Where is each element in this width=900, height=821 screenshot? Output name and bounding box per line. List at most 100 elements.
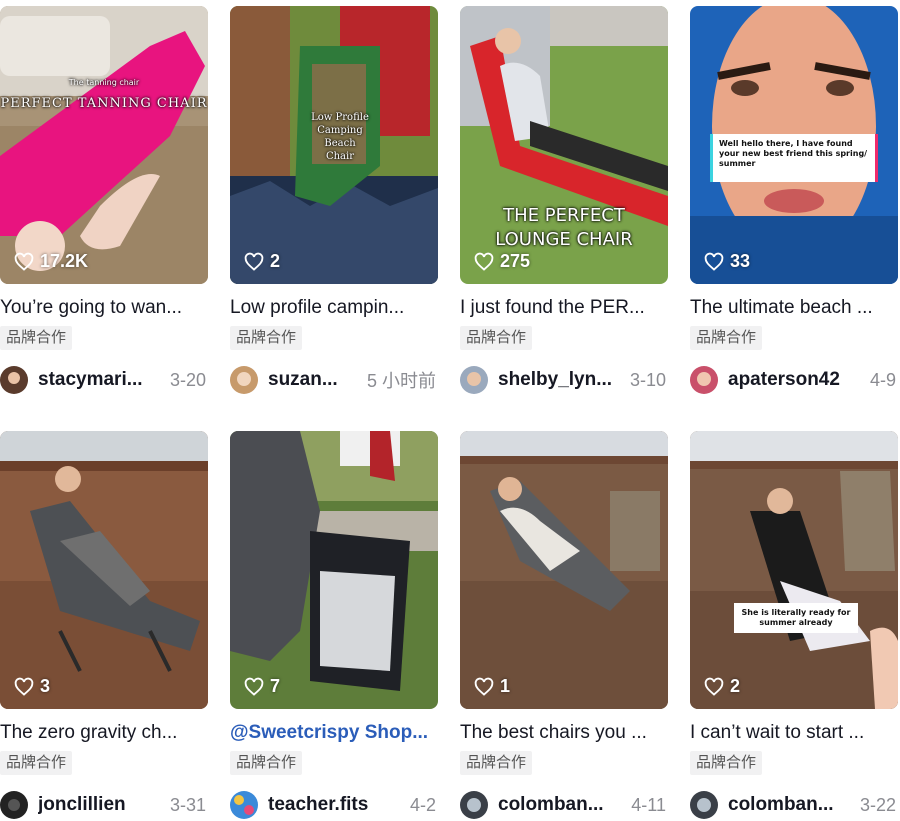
overlay-line: LOUNGE CHAIR: [495, 229, 633, 250]
brand-partnership-tag: 品牌合作: [690, 326, 763, 350]
like-count: 2: [244, 251, 280, 272]
video-thumbnail[interactable]: 3: [0, 431, 208, 709]
author-name[interactable]: apaterson42: [728, 369, 840, 391]
overlay-line: Chair: [325, 151, 355, 162]
avatar[interactable]: [230, 791, 258, 819]
video-title[interactable]: I just found the PER...: [460, 296, 668, 320]
video-meta: suzan... 5 小时前: [230, 364, 438, 396]
video-meta: stacymari... 3-20: [0, 364, 208, 396]
heart-outline-icon: [474, 677, 494, 696]
video-meta: apaterson42 4-9: [690, 364, 898, 396]
brand-partnership-tag: 品牌合作: [0, 751, 73, 775]
thumbnail-image: [460, 431, 668, 709]
overlay-caption: Well hello there, I have found your new …: [710, 134, 878, 182]
video-meta: teacher.fits 4-2: [230, 789, 438, 821]
video-grid: The tanning chair PERFECT TANNING CHAIR …: [0, 0, 900, 819]
video-title[interactable]: I can’t wait to start ...: [690, 721, 898, 745]
video-meta: colomban... 4-11: [460, 789, 668, 821]
video-thumbnail[interactable]: THE PERFECT LOUNGE CHAIR 275: [460, 6, 668, 284]
brand-partnership-tag: 品牌合作: [460, 326, 533, 350]
author-name[interactable]: stacymari...: [38, 369, 143, 391]
like-count-value: 1: [500, 676, 511, 696]
author-name[interactable]: shelby_lyn...: [498, 369, 612, 391]
post-date: 4-2: [409, 794, 436, 815]
post-date: 3-22: [859, 794, 896, 815]
like-count-value: 17.2K: [40, 251, 89, 271]
video-card[interactable]: 3 The zero gravity ch... 品牌合作 jonclillie…: [0, 408, 208, 819]
author-name[interactable]: suzan...: [268, 369, 338, 391]
like-count-value: 2: [730, 676, 741, 696]
heart-outline-icon: [244, 252, 264, 271]
video-title[interactable]: Low profile campin...: [230, 296, 438, 320]
video-title[interactable]: The ultimate beach ...: [690, 296, 898, 320]
like-count-value: 33: [730, 251, 751, 271]
video-title[interactable]: The zero gravity ch...: [0, 721, 208, 745]
like-count: 7: [244, 676, 280, 697]
author-name[interactable]: teacher.fits: [268, 794, 368, 816]
like-count-value: 275: [500, 251, 531, 271]
video-title[interactable]: @Sweetcrispy Shop...: [230, 721, 438, 745]
heart-outline-icon: [14, 252, 34, 271]
author-name[interactable]: colomban...: [498, 794, 604, 816]
overlay-line: Camping: [317, 125, 363, 136]
video-card[interactable]: THE PERFECT LOUNGE CHAIR 275 I just foun…: [460, 0, 668, 408]
thumbnail-image: [690, 431, 898, 709]
brand-partnership-tag: 品牌合作: [0, 326, 73, 350]
overlay-line: THE PERFECT: [503, 205, 625, 226]
avatar[interactable]: [460, 366, 488, 394]
like-count: 275: [474, 251, 530, 272]
video-meta: colomban... 3-22: [690, 789, 898, 821]
like-count-value: 2: [270, 251, 281, 271]
overlay-line: Low Profile: [311, 112, 369, 123]
video-card[interactable]: Well hello there, I have found your new …: [690, 0, 898, 408]
avatar[interactable]: [690, 366, 718, 394]
video-card[interactable]: She is literally ready for summer alread…: [690, 408, 898, 819]
avatar[interactable]: [0, 366, 28, 394]
thumbnail-image: [0, 431, 208, 709]
video-thumbnail[interactable]: Low Profile Camping Beach Chair 2: [230, 6, 438, 284]
video-title[interactable]: The best chairs you ...: [460, 721, 668, 745]
brand-partnership-tag: 品牌合作: [690, 751, 763, 775]
overlay-caption: She is literally ready for summer alread…: [734, 603, 858, 633]
author-name[interactable]: colomban...: [728, 794, 834, 816]
video-card[interactable]: Low Profile Camping Beach Chair 2 Low pr…: [230, 0, 438, 408]
brand-partnership-tag: 品牌合作: [230, 751, 303, 775]
avatar[interactable]: [690, 791, 718, 819]
post-date: 5 小时前: [366, 371, 436, 391]
video-meta: jonclillien 3-31: [0, 789, 208, 821]
like-count: 3: [14, 676, 50, 697]
brand-partnership-tag: 品牌合作: [230, 326, 303, 350]
video-title[interactable]: You’re going to wan...: [0, 296, 208, 320]
video-thumbnail[interactable]: Well hello there, I have found your new …: [690, 6, 898, 284]
like-count: 33: [704, 251, 750, 272]
like-count-value: 3: [40, 676, 51, 696]
like-count-value: 7: [270, 676, 281, 696]
like-count: 2: [704, 676, 740, 697]
video-thumbnail[interactable]: 1: [460, 431, 668, 709]
heart-outline-icon: [704, 677, 724, 696]
avatar[interactable]: [0, 791, 28, 819]
video-card[interactable]: The tanning chair PERFECT TANNING CHAIR …: [0, 0, 208, 408]
video-card[interactable]: 1 The best chairs you ... 品牌合作 colomban.…: [460, 408, 668, 819]
video-meta: shelby_lyn... 3-10: [460, 364, 668, 396]
avatar[interactable]: [460, 791, 488, 819]
author-name[interactable]: jonclillien: [38, 794, 126, 816]
thumbnail-image: [230, 431, 438, 709]
post-date: 3-31: [169, 794, 206, 815]
video-thumbnail[interactable]: She is literally ready for summer alread…: [690, 431, 898, 709]
avatar[interactable]: [230, 366, 258, 394]
like-count: 17.2K: [14, 251, 88, 272]
overlay-text: THE PERFECT LOUNGE CHAIR: [460, 204, 668, 252]
video-thumbnail[interactable]: 7: [230, 431, 438, 709]
overlay-line: Beach: [324, 138, 356, 149]
post-date: 4-11: [631, 794, 666, 815]
overlay-text: PERFECT TANNING CHAIR: [0, 96, 208, 111]
post-date: 3-20: [169, 369, 206, 390]
video-card[interactable]: 7 @Sweetcrispy Shop... 品牌合作 teacher.fits…: [230, 408, 438, 819]
heart-outline-icon: [14, 677, 34, 696]
post-date: 4-9: [869, 369, 896, 390]
overlay-text: Low Profile Camping Beach Chair: [290, 111, 390, 163]
video-thumbnail[interactable]: The tanning chair PERFECT TANNING CHAIR …: [0, 6, 208, 284]
heart-outline-icon: [474, 252, 494, 271]
like-count: 1: [474, 676, 510, 697]
